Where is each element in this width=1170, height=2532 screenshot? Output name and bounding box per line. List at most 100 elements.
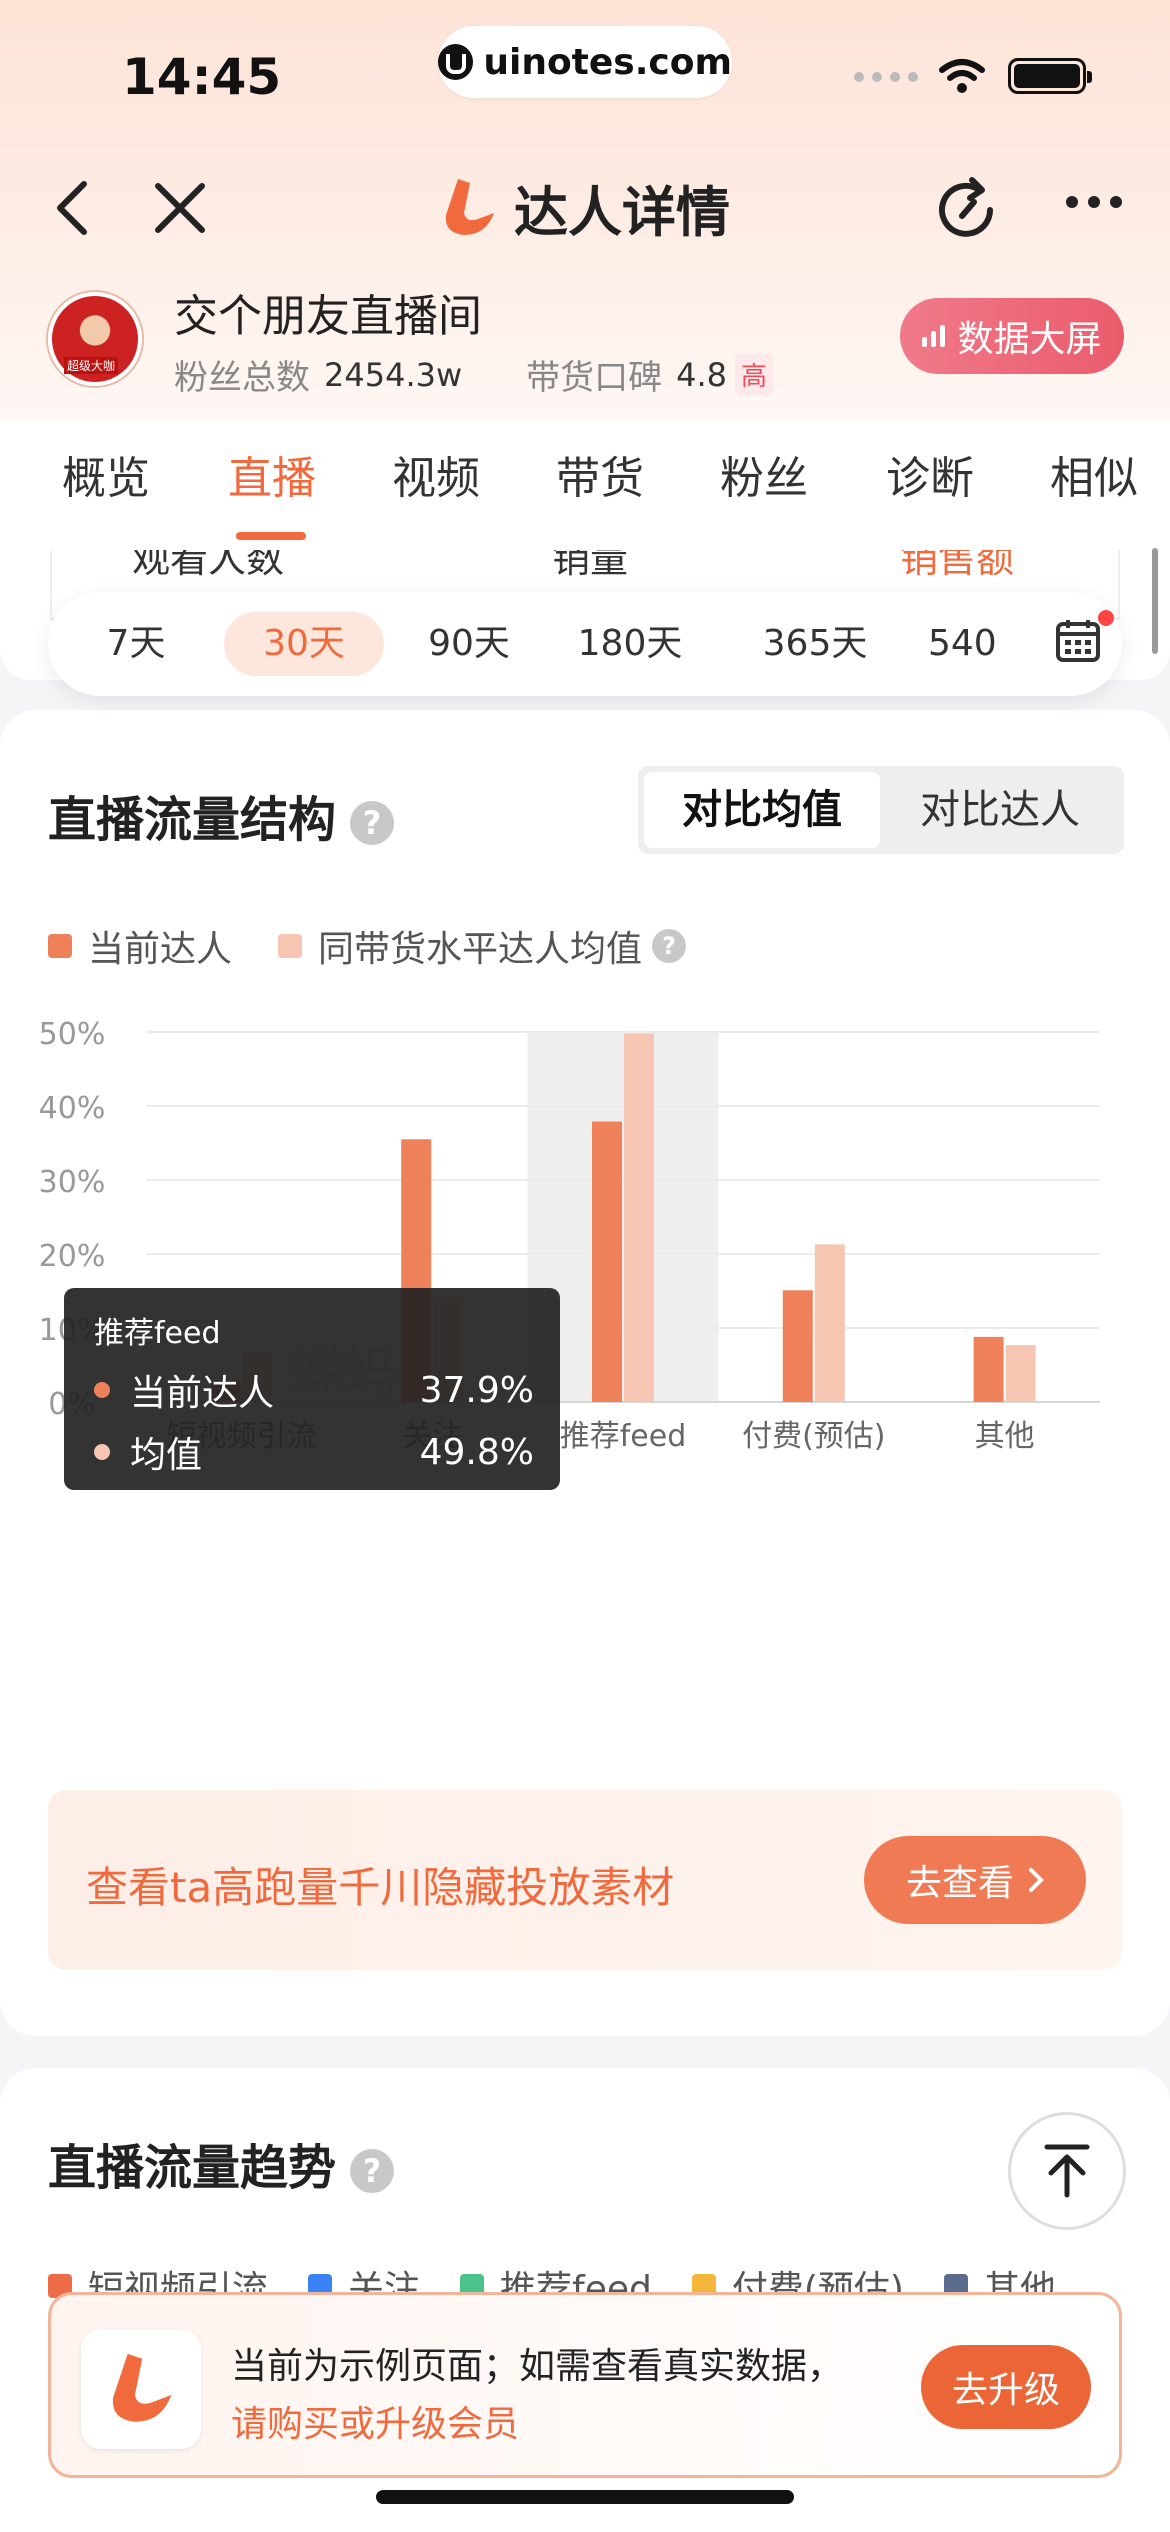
metric-tab-viewers[interactable]: 观看人数 xyxy=(132,550,284,578)
tooltip-average-value: 49.8% xyxy=(419,1431,534,1473)
url-text: uinotes.com xyxy=(483,41,732,83)
metric-tab-sales[interactable]: 销量 xyxy=(552,550,628,578)
chanmama-logo-icon xyxy=(81,2329,201,2449)
fans-value: 2454.3w xyxy=(324,355,463,394)
bar-chart-icon xyxy=(922,325,946,347)
bar-average xyxy=(814,1244,845,1402)
status-time: 14:45 xyxy=(122,48,282,106)
bar-current xyxy=(592,1121,622,1402)
chart-legend: 当前达人 同带货水平达人均值? xyxy=(48,920,732,972)
day-range-selector: 7天 30天 90天 180天 365天 540天 xyxy=(48,592,1122,696)
profile-header: 超级大咖 交个朋友直播间 粉丝总数 2454.3w 带货口碑 4.8 高 数据大… xyxy=(0,280,1170,420)
metric-tab-revenue[interactable]: 销售额 xyxy=(900,550,1014,578)
tab-video[interactable]: 视频 xyxy=(392,442,480,506)
reputation-value: 4.8 xyxy=(676,355,728,394)
home-indicator xyxy=(376,2490,794,2504)
section-title: 直播流量结构? xyxy=(48,780,395,850)
tooltip-row-current: 当前达人 37.9% xyxy=(94,1364,534,1416)
arrow-up-icon xyxy=(1044,2144,1090,2198)
upgrade-button[interactable]: 去升级 xyxy=(921,2345,1091,2429)
tooltip-current-value: 37.9% xyxy=(419,1369,534,1411)
upgrade-notice: 当前为示例页面；如需查看真实数据， 请购买或升级会员 去升级 xyxy=(48,2292,1122,2478)
reputation-label: 带货口碑 xyxy=(526,358,663,398)
legend-swatch-average xyxy=(278,934,303,958)
lock-icon xyxy=(438,44,474,80)
day-option-540[interactable]: 540天 xyxy=(928,612,1028,676)
calendar-icon[interactable] xyxy=(1054,616,1102,664)
back-to-top-button[interactable] xyxy=(1008,2112,1126,2230)
day-option-90[interactable]: 90天 xyxy=(414,612,524,676)
tab-fans[interactable]: 粉丝 xyxy=(720,442,808,506)
nav-title-group: 达人详情 xyxy=(436,168,730,247)
chanmama-logo-icon xyxy=(445,178,494,235)
tooltip-dot-average xyxy=(94,1444,110,1460)
tab-overview[interactable]: 概览 xyxy=(62,442,150,506)
data-screen-button[interactable]: 数据大屏 xyxy=(900,298,1124,374)
battery-icon xyxy=(1008,58,1092,94)
x-tick-label: 推荐feed xyxy=(560,1419,687,1454)
scrollbar[interactable] xyxy=(1152,548,1158,654)
promo-banner-text: 查看ta高跑量千川隐藏投放素材 xyxy=(86,1863,675,1912)
tab-live[interactable]: 直播 xyxy=(228,442,316,506)
reputation-badge: 高 xyxy=(735,354,774,395)
y-tick-label: 50% xyxy=(39,1017,106,1052)
fans-label: 粉丝总数 xyxy=(174,358,310,398)
day-option-365[interactable]: 365天 xyxy=(750,612,880,676)
bar-current xyxy=(973,1336,1004,1402)
help-icon[interactable]: ? xyxy=(350,2149,395,2193)
legend-average-label: 同带货水平达人均值 xyxy=(318,929,643,970)
tooltip-dot-current xyxy=(94,1382,110,1398)
help-icon[interactable]: ? xyxy=(350,801,395,845)
y-tick-label: 30% xyxy=(39,1165,106,1200)
tooltip-average-label: 均值 xyxy=(130,1435,203,1476)
profile-name: 交个朋友直播间 xyxy=(174,291,482,342)
compare-creator-button[interactable]: 对比达人 xyxy=(882,772,1118,848)
section-title-text: 直播流量结构 xyxy=(48,792,337,848)
active-tab-indicator xyxy=(236,532,306,540)
chevron-right-icon xyxy=(1029,1868,1044,1892)
tab-goods[interactable]: 带货 xyxy=(556,442,644,506)
bar-current xyxy=(782,1290,813,1402)
tab-diagnosis[interactable]: 诊断 xyxy=(886,442,974,506)
status-bar: 14:45 uinotes.com xyxy=(0,0,1170,140)
day-option-7[interactable]: 7天 xyxy=(88,612,184,676)
legend-average[interactable]: 同带货水平达人均值? xyxy=(278,920,687,972)
tooltip-current-label: 当前达人 xyxy=(130,1373,275,1414)
compare-toggle: 对比均值 对比达人 xyxy=(638,766,1124,854)
notice-line1: 当前为示例页面；如需查看真实数据， xyxy=(231,2346,844,2387)
section2-title: 直播流量趋势? xyxy=(48,2128,395,2198)
promo-banner[interactable]: 查看ta高跑量千川隐藏投放素材 去查看 xyxy=(48,1790,1122,1970)
main-tabs: 概览 直播 视频 带货 粉丝 诊断 相似 xyxy=(0,420,1170,550)
tab-similar[interactable]: 相似 xyxy=(1050,442,1138,506)
nav-bar: 达人详情 xyxy=(0,160,1170,256)
x-tick-label: 付费(预估) xyxy=(742,1419,885,1454)
bar-average xyxy=(1005,1345,1036,1402)
legend-current[interactable]: 当前达人 xyxy=(48,920,232,972)
refresh-icon[interactable] xyxy=(930,174,1002,246)
tooltip-row-average: 均值 49.8% xyxy=(94,1426,534,1478)
notice-line2-link[interactable]: 请购买或升级会员 xyxy=(231,2395,519,2447)
close-icon[interactable] xyxy=(150,178,210,238)
day-option-180[interactable]: 180天 xyxy=(570,612,690,676)
help-icon[interactable]: ? xyxy=(652,929,687,963)
url-pill[interactable]: uinotes.com xyxy=(438,26,732,98)
page-title: 达人详情 xyxy=(514,181,730,244)
data-screen-label: 数据大屏 xyxy=(957,319,1102,360)
x-tick-label: 其他 xyxy=(975,1419,1035,1454)
view-button-label: 去查看 xyxy=(905,1863,1014,1904)
avatar[interactable]: 超级大咖 xyxy=(48,292,142,386)
y-tick-label: 20% xyxy=(39,1239,106,1274)
bar-average xyxy=(624,1033,654,1402)
day-option-30[interactable]: 30天 xyxy=(224,612,384,676)
traffic-structure-card: 直播流量结构? 对比均值 对比达人 当前达人 同带货水平达人均值? 0%10%2… xyxy=(0,710,1170,2036)
legend-swatch-current xyxy=(48,934,72,958)
signal-icon xyxy=(854,72,918,82)
chart-tooltip: 推荐feed 当前达人 37.9% 均值 49.8% xyxy=(64,1288,560,1490)
section2-title-text: 直播流量趋势 xyxy=(48,2140,337,2196)
compare-average-button[interactable]: 对比均值 xyxy=(644,772,880,848)
y-tick-label: 40% xyxy=(39,1091,106,1126)
back-icon[interactable] xyxy=(46,178,106,238)
calendar-notification-dot xyxy=(1098,610,1114,626)
view-button[interactable]: 去查看 xyxy=(864,1836,1086,1924)
more-icon[interactable] xyxy=(1066,196,1122,208)
